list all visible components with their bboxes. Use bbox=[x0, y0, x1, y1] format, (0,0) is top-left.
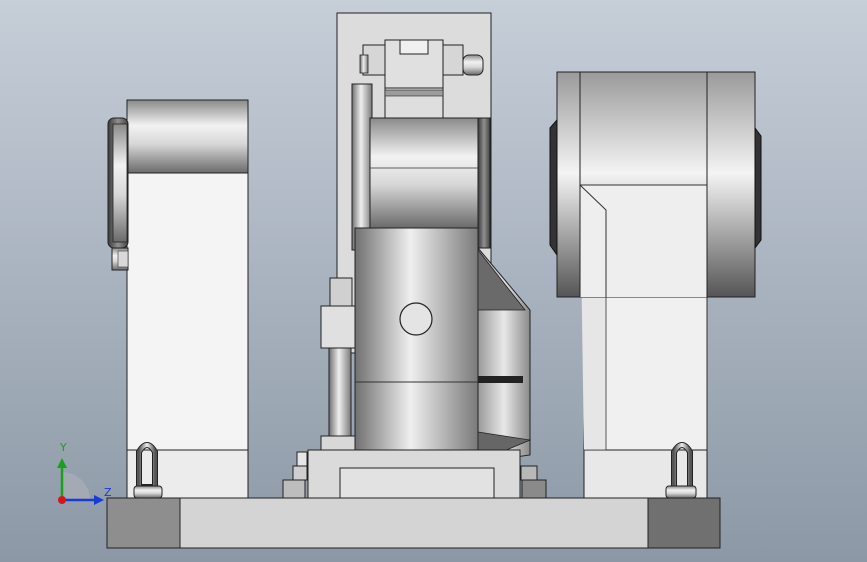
shaft-bore bbox=[399, 302, 433, 336]
base-plate[interactable] bbox=[106, 497, 721, 549]
left-support-bracket[interactable] bbox=[107, 99, 249, 499]
center-pedestal[interactable] bbox=[282, 449, 547, 499]
y-axis-label: Y bbox=[60, 441, 67, 454]
cad-3d-viewport[interactable]: Y Z bbox=[0, 0, 867, 562]
x-axis-dot bbox=[58, 496, 66, 504]
z-axis-label: Z bbox=[104, 486, 112, 499]
